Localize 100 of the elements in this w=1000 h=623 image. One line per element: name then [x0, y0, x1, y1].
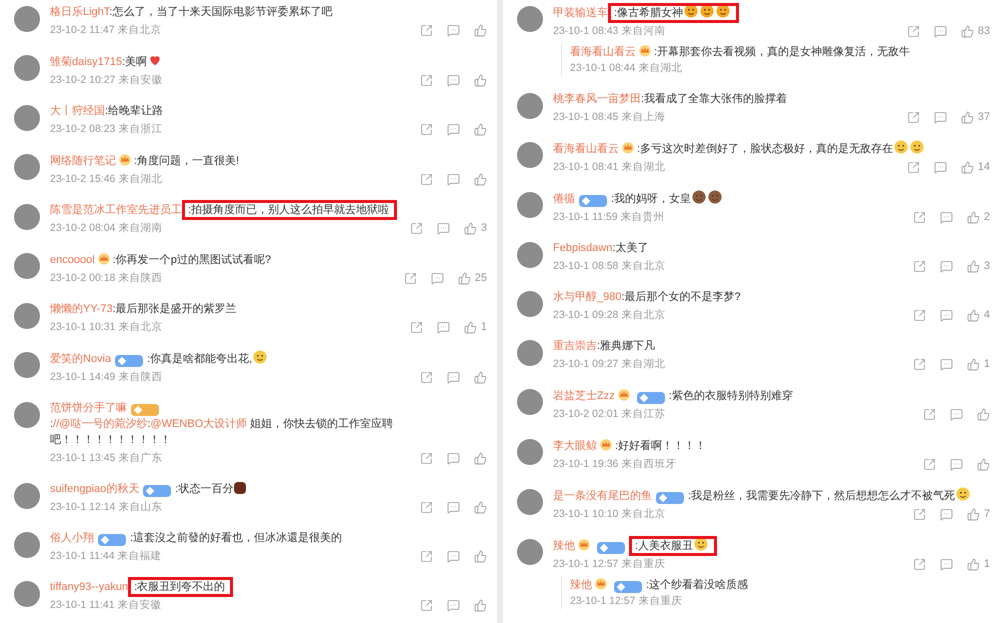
- avatar[interactable]: [517, 439, 543, 465]
- avatar[interactable]: [14, 105, 40, 131]
- user-name[interactable]: 大丨狩经国: [50, 105, 105, 117]
- comment-icon[interactable]: [940, 308, 953, 322]
- user-name[interactable]: 辣他: [570, 579, 592, 591]
- comment-icon[interactable]: [447, 172, 460, 186]
- like-icon[interactable]: [474, 452, 487, 464]
- avatar[interactable]: [14, 402, 40, 428]
- share-icon[interactable]: [906, 160, 920, 174]
- user-name[interactable]: 重吉崇吉: [553, 340, 597, 352]
- comment-icon[interactable]: [447, 24, 460, 36]
- like-icon[interactable]: [474, 370, 487, 384]
- like-icon[interactable]: [474, 74, 487, 86]
- like-icon[interactable]: [966, 308, 980, 322]
- like-icon[interactable]: [966, 260, 980, 272]
- avatar[interactable]: [14, 352, 40, 378]
- like-icon[interactable]: [960, 160, 974, 174]
- mention-link[interactable]: @WENBO大设计师: [150, 418, 248, 430]
- user-name[interactable]: 看海看山看云: [553, 143, 619, 155]
- comment-icon[interactable]: [447, 500, 460, 514]
- user-name[interactable]: 陈雪是范冰工作室先进员工: [50, 204, 182, 216]
- avatar[interactable]: [14, 483, 40, 509]
- user-name[interactable]: 格日乐LighT: [50, 6, 110, 18]
- share-icon[interactable]: [912, 260, 926, 272]
- user-name[interactable]: 范饼饼分手了嘛: [50, 402, 127, 414]
- avatar[interactable]: [517, 6, 543, 32]
- comment-icon[interactable]: [940, 558, 953, 570]
- avatar[interactable]: [517, 242, 543, 268]
- share-icon[interactable]: [420, 172, 433, 186]
- user-name[interactable]: 雏菊daisy1715: [50, 56, 122, 68]
- share-icon[interactable]: [906, 24, 920, 38]
- like-icon[interactable]: [474, 24, 487, 36]
- share-icon[interactable]: [923, 458, 936, 470]
- user-name[interactable]: 辣他: [553, 540, 575, 552]
- share-icon[interactable]: [420, 598, 433, 612]
- user-name[interactable]: 倦循: [553, 193, 575, 205]
- like-icon[interactable]: [474, 550, 487, 562]
- user-name[interactable]: 懒懒的YY-73: [50, 303, 113, 315]
- avatar[interactable]: [517, 93, 543, 119]
- like-icon[interactable]: [977, 408, 990, 420]
- like-icon[interactable]: [960, 24, 974, 38]
- comment-icon[interactable]: [436, 222, 450, 234]
- avatar[interactable]: [14, 253, 40, 279]
- user-name[interactable]: 岩盐芝士Zzz: [553, 390, 615, 402]
- comment-icon[interactable]: [934, 160, 947, 174]
- share-icon[interactable]: [420, 370, 433, 384]
- comment-icon[interactable]: [950, 408, 963, 420]
- user-name[interactable]: 网络随行笔记: [50, 155, 116, 167]
- user-name[interactable]: suifengpiao的秋天: [50, 483, 140, 495]
- comment-icon[interactable]: [447, 74, 460, 86]
- share-icon[interactable]: [410, 222, 423, 234]
- avatar[interactable]: [14, 204, 40, 230]
- like-icon[interactable]: [960, 110, 974, 124]
- like-icon[interactable]: [977, 458, 990, 470]
- avatar[interactable]: [517, 539, 543, 565]
- user-name[interactable]: 水与甲醇_980: [553, 291, 622, 303]
- share-icon[interactable]: [420, 500, 433, 514]
- comment-icon[interactable]: [447, 598, 460, 612]
- avatar[interactable]: [14, 303, 40, 329]
- like-icon[interactable]: [474, 172, 487, 186]
- avatar[interactable]: [517, 489, 543, 515]
- share-icon[interactable]: [420, 550, 433, 562]
- like-icon[interactable]: [464, 320, 477, 334]
- share-icon[interactable]: [912, 308, 926, 322]
- avatar[interactable]: [517, 389, 543, 415]
- like-icon[interactable]: [474, 122, 487, 136]
- comment-icon[interactable]: [950, 458, 963, 470]
- share-icon[interactable]: [404, 272, 417, 284]
- user-name[interactable]: 是一条没有尾巴的鱼: [553, 490, 652, 502]
- comment-icon[interactable]: [934, 24, 947, 38]
- like-icon[interactable]: [966, 508, 980, 520]
- comment-icon[interactable]: [940, 358, 953, 370]
- comment-icon[interactable]: [436, 320, 450, 334]
- share-icon[interactable]: [420, 74, 433, 86]
- user-name[interactable]: Febpisdawn: [553, 242, 612, 254]
- user-name[interactable]: 看海看山看云: [570, 46, 636, 58]
- avatar[interactable]: [14, 6, 40, 32]
- share-icon[interactable]: [912, 558, 926, 570]
- comment-icon[interactable]: [447, 370, 460, 384]
- avatar[interactable]: [14, 532, 40, 558]
- comment-icon[interactable]: [430, 272, 444, 284]
- like-icon[interactable]: [458, 272, 471, 284]
- avatar[interactable]: [14, 154, 40, 180]
- like-icon[interactable]: [966, 210, 980, 224]
- comment-icon[interactable]: [940, 210, 953, 224]
- share-icon[interactable]: [410, 320, 423, 334]
- avatar[interactable]: [517, 192, 543, 218]
- share-icon[interactable]: [906, 110, 920, 124]
- share-icon[interactable]: [420, 24, 433, 36]
- share-icon[interactable]: [912, 508, 926, 520]
- user-name[interactable]: tiffany93--yakun: [50, 581, 128, 593]
- comment-icon[interactable]: [447, 550, 460, 562]
- mention-link[interactable]: //@哒一号的菀汐纱: [53, 418, 148, 430]
- avatar[interactable]: [14, 581, 40, 607]
- user-name[interactable]: 甲装输送车: [553, 7, 608, 19]
- avatar[interactable]: [14, 55, 40, 81]
- user-name[interactable]: encooool: [50, 254, 95, 266]
- like-icon[interactable]: [966, 358, 980, 370]
- user-name[interactable]: 俗人小翔: [50, 532, 94, 544]
- avatar[interactable]: [517, 340, 543, 366]
